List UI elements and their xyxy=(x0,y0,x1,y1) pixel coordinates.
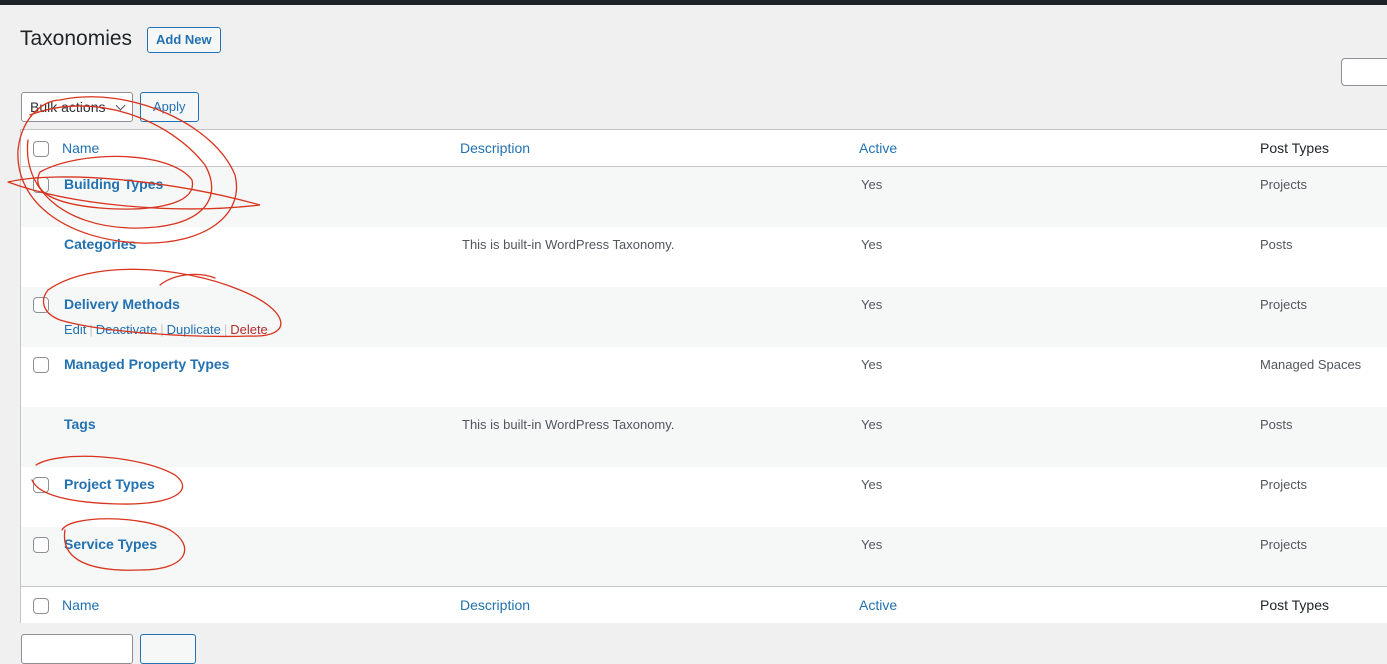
deactivate-link[interactable]: Deactivate xyxy=(96,322,157,337)
column-post-types-footer: Post Types xyxy=(1260,597,1330,613)
description-cell: This is built-in WordPress Taxonomy. xyxy=(462,417,675,432)
separator: | xyxy=(89,322,93,337)
table-row: Delivery Methods Edit | Deactivate | Duplica… xyxy=(21,287,1387,347)
table-header: Name Description Active Post Types xyxy=(21,130,1387,167)
table-row: Categories This is built-in WordPress Ta… xyxy=(21,227,1387,287)
select-all-checkbox-bottom[interactable] xyxy=(33,598,49,614)
active-cell: Yes xyxy=(861,417,883,432)
post-types-cell: Posts xyxy=(1260,237,1293,252)
column-name-footer[interactable]: Name xyxy=(62,597,99,613)
row-actions: Edit | Deactivate | Duplicate | Delete xyxy=(64,322,268,337)
apply-button[interactable]: Apply xyxy=(140,92,199,122)
post-types-cell: Posts xyxy=(1260,417,1293,432)
column-post-types-header: Post Types xyxy=(1260,140,1330,156)
taxonomy-name-link[interactable]: Service Types xyxy=(64,536,157,552)
column-active-header[interactable]: Active xyxy=(859,140,897,156)
active-cell: Yes xyxy=(861,297,883,312)
row-checkbox[interactable] xyxy=(33,297,49,313)
apply-button-bottom[interactable] xyxy=(140,634,196,664)
row-checkbox[interactable] xyxy=(33,357,49,373)
delete-link[interactable]: Delete xyxy=(230,322,268,337)
taxonomy-name-link[interactable]: Tags xyxy=(64,416,96,432)
column-description-footer[interactable]: Description xyxy=(460,597,530,613)
column-description-header[interactable]: Description xyxy=(460,140,530,156)
active-cell: Yes xyxy=(861,237,883,252)
table-row: Service Types Yes Projects xyxy=(21,527,1387,587)
chevron-down-icon xyxy=(115,100,126,111)
add-new-button[interactable]: Add New xyxy=(147,27,221,53)
taxonomy-name-link[interactable]: Categories xyxy=(64,236,136,252)
separator: | xyxy=(160,322,164,337)
separator: | xyxy=(223,322,228,337)
edit-link[interactable]: Edit xyxy=(64,322,86,337)
bulk-actions-label: Bulk actions xyxy=(30,99,106,115)
admin-bar xyxy=(0,0,1387,5)
duplicate-link[interactable]: Duplicate xyxy=(167,322,221,337)
column-name-header[interactable]: Name xyxy=(62,140,99,156)
taxonomy-name-link[interactable]: Managed Property Types xyxy=(64,356,229,372)
bulk-actions-select-bottom[interactable] xyxy=(21,634,133,664)
taxonomies-table: Name Description Active Post Types Build… xyxy=(20,129,1387,623)
row-checkbox[interactable] xyxy=(33,177,49,193)
post-types-cell: Projects xyxy=(1260,297,1307,312)
select-all-checkbox[interactable] xyxy=(33,141,49,157)
taxonomy-name-link[interactable]: Building Types xyxy=(64,176,163,192)
table-footer: Name Description Active Post Types xyxy=(21,586,1387,623)
table-row: Project Types Yes Projects xyxy=(21,467,1387,527)
page-title: Taxonomies xyxy=(20,27,133,50)
active-cell: Yes xyxy=(861,177,883,192)
description-cell: This is built-in WordPress Taxonomy. xyxy=(462,237,675,252)
active-cell: Yes xyxy=(861,477,883,492)
row-checkbox[interactable] xyxy=(33,477,49,493)
row-checkbox[interactable] xyxy=(33,537,49,553)
post-types-cell: Managed Spaces xyxy=(1260,357,1362,372)
search-input[interactable] xyxy=(1341,58,1387,86)
active-cell: Yes xyxy=(861,537,883,552)
column-active-footer[interactable]: Active xyxy=(859,597,897,613)
table-row: Managed Property Types Yes Managed Space… xyxy=(21,347,1387,407)
table-row: Building Types Yes Projects xyxy=(21,167,1387,227)
active-cell: Yes xyxy=(861,357,883,372)
post-types-cell: Projects xyxy=(1260,477,1307,492)
post-types-cell: Projects xyxy=(1260,537,1307,552)
post-types-cell: Projects xyxy=(1260,177,1307,192)
bulk-actions-select[interactable]: Bulk actions xyxy=(21,92,133,122)
table-row: Tags This is built-in WordPress Taxonomy… xyxy=(21,407,1387,467)
taxonomy-name-link[interactable]: Project Types xyxy=(64,476,155,492)
taxonomy-name-link[interactable]: Delivery Methods xyxy=(64,296,180,312)
